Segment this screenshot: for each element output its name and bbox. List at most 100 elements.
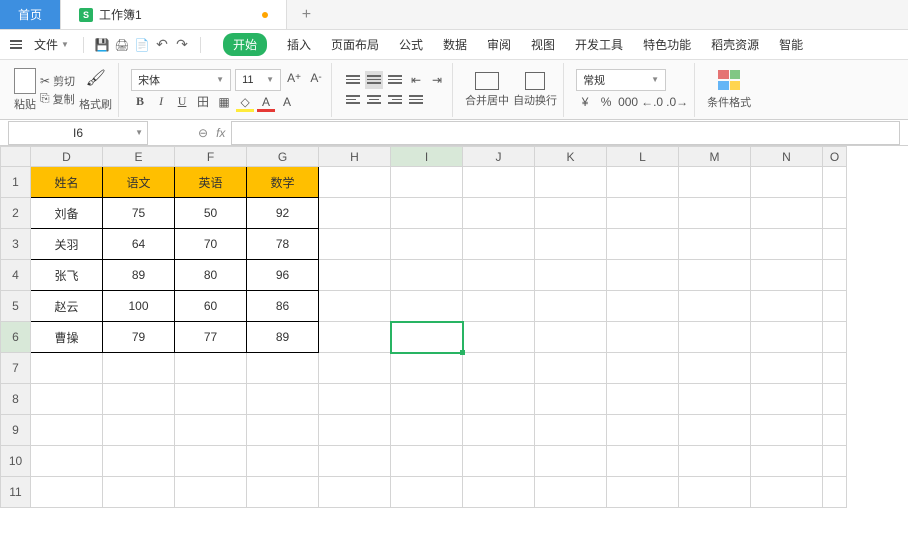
- cell[interactable]: 50: [175, 198, 247, 229]
- row-header[interactable]: 2: [1, 198, 31, 229]
- italic-button[interactable]: I: [152, 93, 170, 111]
- cell[interactable]: [31, 415, 103, 446]
- spreadsheet-grid[interactable]: DEFGHIJKLMNO1姓名语文英语数学2刘备7550923关羽6470784…: [0, 146, 908, 508]
- cell[interactable]: [319, 384, 391, 415]
- cell[interactable]: [607, 229, 679, 260]
- cell[interactable]: [535, 291, 607, 322]
- cell[interactable]: [607, 260, 679, 291]
- merge-center-button[interactable]: 合并居中: [465, 72, 509, 108]
- cell[interactable]: [463, 446, 535, 477]
- cell[interactable]: [823, 353, 847, 384]
- cell[interactable]: [535, 322, 607, 353]
- cell[interactable]: [607, 322, 679, 353]
- cell[interactable]: [319, 167, 391, 198]
- cell[interactable]: 曹操: [31, 322, 103, 353]
- cell[interactable]: [391, 415, 463, 446]
- font-name-select[interactable]: 宋体▼: [131, 69, 231, 91]
- ribbon-tab-data[interactable]: 数据: [443, 34, 467, 55]
- cell[interactable]: 96: [247, 260, 319, 291]
- cell[interactable]: [175, 446, 247, 477]
- percent-button[interactable]: %: [597, 93, 615, 111]
- new-tab-button[interactable]: +: [287, 0, 326, 29]
- cell[interactable]: [175, 353, 247, 384]
- phonetic-button[interactable]: A: [278, 93, 296, 111]
- decimal-increase-button[interactable]: ←.0: [641, 93, 663, 111]
- cell[interactable]: [391, 384, 463, 415]
- cell[interactable]: [607, 384, 679, 415]
- cell[interactable]: 89: [103, 260, 175, 291]
- cell[interactable]: [823, 229, 847, 260]
- cell[interactable]: [607, 291, 679, 322]
- cell[interactable]: [391, 229, 463, 260]
- cell[interactable]: [463, 415, 535, 446]
- cell[interactable]: [391, 198, 463, 229]
- save-button[interactable]: [94, 37, 110, 53]
- redo-button[interactable]: [174, 37, 190, 53]
- cell[interactable]: 60: [175, 291, 247, 322]
- wrap-text-button[interactable]: 自动换行: [513, 72, 557, 108]
- cell[interactable]: [679, 198, 751, 229]
- cell[interactable]: [607, 477, 679, 508]
- cell[interactable]: [319, 260, 391, 291]
- align-top-button[interactable]: [344, 71, 362, 89]
- cell[interactable]: 数学: [247, 167, 319, 198]
- cell[interactable]: [463, 353, 535, 384]
- cell[interactable]: [823, 415, 847, 446]
- copy-button[interactable]: 复制: [40, 91, 75, 107]
- cell[interactable]: [319, 229, 391, 260]
- cell[interactable]: [247, 446, 319, 477]
- row-header[interactable]: 1: [1, 167, 31, 198]
- cell[interactable]: [823, 322, 847, 353]
- cell[interactable]: [391, 353, 463, 384]
- cell[interactable]: [607, 415, 679, 446]
- cell[interactable]: [535, 477, 607, 508]
- cell[interactable]: 张飞: [31, 260, 103, 291]
- ribbon-tab-review[interactable]: 审阅: [487, 34, 511, 55]
- cell[interactable]: 70: [175, 229, 247, 260]
- cell[interactable]: [319, 415, 391, 446]
- ribbon-tab-formula[interactable]: 公式: [399, 34, 423, 55]
- cell[interactable]: [391, 260, 463, 291]
- cell[interactable]: [103, 415, 175, 446]
- row-header[interactable]: 9: [1, 415, 31, 446]
- cell[interactable]: [103, 446, 175, 477]
- cell[interactable]: [751, 260, 823, 291]
- cell[interactable]: [31, 477, 103, 508]
- cell[interactable]: [175, 384, 247, 415]
- cell[interactable]: [391, 291, 463, 322]
- cell[interactable]: 79: [103, 322, 175, 353]
- row-header[interactable]: 8: [1, 384, 31, 415]
- cell[interactable]: [679, 415, 751, 446]
- cell[interactable]: [751, 477, 823, 508]
- cell[interactable]: [247, 477, 319, 508]
- print-preview-button[interactable]: [134, 37, 150, 53]
- cell[interactable]: [751, 167, 823, 198]
- cell[interactable]: [463, 229, 535, 260]
- column-header[interactable]: N: [751, 147, 823, 167]
- cut-button[interactable]: 剪切: [40, 73, 75, 89]
- cell[interactable]: [103, 353, 175, 384]
- cell[interactable]: 64: [103, 229, 175, 260]
- cell[interactable]: [679, 291, 751, 322]
- cell[interactable]: 赵云: [31, 291, 103, 322]
- decimal-decrease-button[interactable]: .0→: [666, 93, 688, 111]
- ribbon-tab-devtools[interactable]: 开发工具: [575, 34, 623, 55]
- cell[interactable]: [535, 167, 607, 198]
- cell[interactable]: [751, 229, 823, 260]
- cell[interactable]: [463, 260, 535, 291]
- cell[interactable]: [751, 353, 823, 384]
- cell[interactable]: [31, 446, 103, 477]
- cell[interactable]: [535, 229, 607, 260]
- print-button[interactable]: [114, 37, 130, 53]
- cell[interactable]: [751, 415, 823, 446]
- comma-button[interactable]: 000: [618, 93, 638, 111]
- align-bottom-button[interactable]: [386, 71, 404, 89]
- cell[interactable]: [247, 384, 319, 415]
- align-left-button[interactable]: [344, 91, 362, 109]
- cancel-formula-icon[interactable]: ⊖: [198, 126, 208, 140]
- font-color-button[interactable]: A: [257, 93, 275, 111]
- cell[interactable]: 100: [103, 291, 175, 322]
- column-header[interactable]: I: [391, 147, 463, 167]
- row-header[interactable]: 3: [1, 229, 31, 260]
- cell[interactable]: [823, 198, 847, 229]
